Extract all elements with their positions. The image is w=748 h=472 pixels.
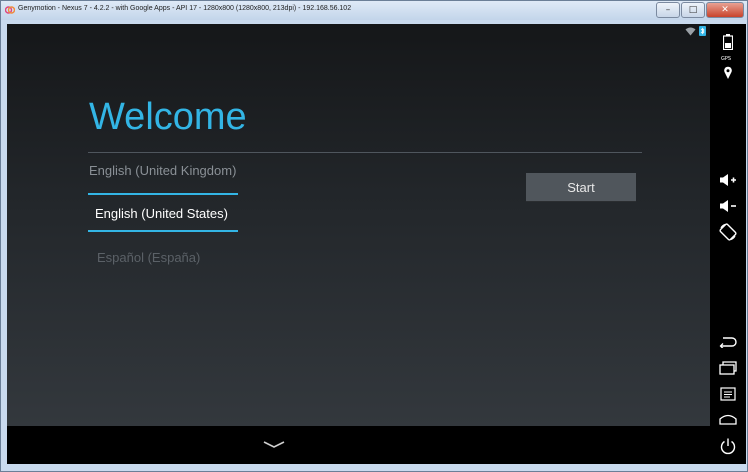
language-option-en-gb[interactable]: English (United Kingdom) — [89, 163, 236, 178]
volume-up-icon[interactable] — [718, 170, 738, 190]
selection-line-bottom — [88, 230, 238, 232]
gps-icon[interactable]: GPS — [718, 56, 738, 80]
heading-divider — [88, 152, 642, 153]
genymotion-logo-icon — [5, 6, 15, 14]
emulator-toolbar: GPS — [710, 24, 746, 464]
title-bar[interactable]: Genymotion - Nexus 7 - 4.2.2 - with Goog… — [1, 1, 747, 20]
status-bar — [685, 24, 710, 38]
window-controls: – □ ✕ — [655, 2, 744, 18]
menu-icon[interactable] — [718, 384, 738, 404]
home-icon[interactable] — [718, 409, 738, 429]
maximize-button[interactable]: □ — [681, 2, 705, 18]
back-icon[interactable] — [718, 332, 738, 352]
minimize-button[interactable]: – — [656, 2, 680, 18]
window-title: Genymotion - Nexus 7 - 4.2.2 - with Goog… — [18, 5, 352, 12]
power-icon[interactable] — [718, 436, 738, 456]
close-button[interactable]: ✕ — [706, 2, 744, 18]
start-button[interactable]: Start — [526, 173, 636, 201]
language-option-es-es[interactable]: Español (España) — [97, 250, 200, 265]
volume-down-icon[interactable] — [718, 196, 738, 216]
android-screen[interactable]: Welcome English (United Kingdom) English… — [7, 24, 710, 426]
recent-apps-icon[interactable] — [718, 358, 738, 378]
language-option-en-us[interactable]: English (United States) — [95, 206, 228, 221]
wifi-icon — [685, 27, 696, 36]
gps-label: GPS — [721, 56, 732, 62]
selection-line-top — [88, 193, 238, 195]
android-nav-bar — [7, 426, 710, 464]
rotate-icon[interactable] — [718, 222, 738, 242]
battery-icon[interactable] — [718, 32, 738, 52]
chevron-down-icon[interactable] — [262, 440, 286, 450]
welcome-heading: Welcome — [89, 96, 247, 138]
bluetooth-icon — [699, 26, 706, 36]
